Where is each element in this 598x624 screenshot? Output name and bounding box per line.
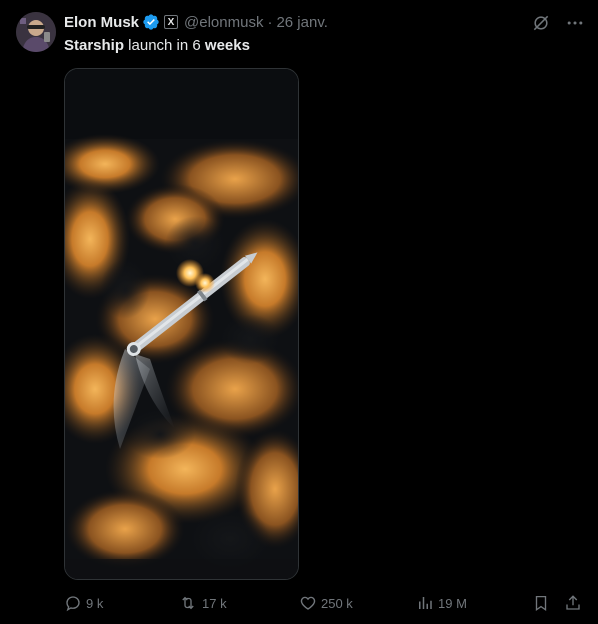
retweet-icon	[182, 596, 194, 610]
like-count: 250 k	[321, 595, 353, 611]
retweet-button[interactable]: 17 k	[178, 588, 227, 618]
share-icon	[566, 595, 580, 610]
avatar[interactable]	[16, 12, 56, 52]
retweet-count: 17 k	[202, 595, 227, 611]
avatar-image	[16, 12, 56, 52]
author-handle[interactable]: @elonmusk	[184, 14, 263, 31]
more-icon[interactable]	[564, 12, 586, 34]
tweet-date[interactable]: 26 janv.	[276, 14, 327, 31]
views-button[interactable]: 19 M	[416, 588, 467, 618]
verified-badge-icon	[142, 13, 160, 31]
tweet-media-video[interactable]	[64, 68, 299, 580]
top-actions	[530, 12, 586, 34]
like-button[interactable]: 250 k	[299, 588, 353, 618]
tweet-header: Elon Musk X @elonmusk · 26 janv.	[64, 12, 328, 32]
separator-dot: ·	[267, 13, 273, 31]
reply-count: 9 k	[86, 595, 104, 611]
tweet: Elon Musk X @elonmusk · 26 janv. Starshi…	[0, 0, 598, 624]
reply-button[interactable]: 9 k	[64, 588, 103, 618]
bookmark-icon	[535, 595, 547, 612]
tweet-actions: 9 k 17 k 250 k 19 M	[64, 588, 586, 618]
author-name[interactable]: Elon Musk	[64, 14, 139, 31]
tweet-text: Starship launch in 6 weeks	[64, 36, 250, 56]
tweet-text-bold-weeks: weeks	[204, 37, 250, 54]
heart-icon	[300, 596, 316, 610]
reply-icon	[66, 596, 80, 612]
affiliate-badge-icon: X	[164, 15, 179, 29]
views-icon	[419, 597, 432, 609]
tweet-text-bold-starship: Starship	[64, 37, 125, 54]
bookmark-button[interactable]	[532, 588, 554, 618]
share-button[interactable]	[564, 588, 586, 618]
views-count: 19 M	[438, 595, 467, 611]
grok-icon[interactable]	[530, 12, 552, 34]
rocket-launch-image	[65, 69, 298, 579]
tweet-text-middle: launch in 6	[124, 37, 205, 54]
